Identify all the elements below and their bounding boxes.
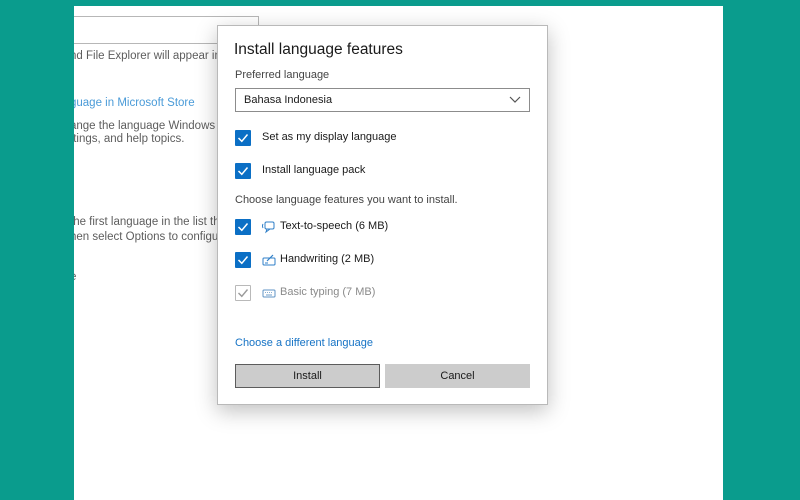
bg-text-line: nd File Explorer will appear in th [74,50,234,62]
handwriting-label: Handwriting (2 MB) [280,253,375,265]
checkmark-icon [237,167,249,176]
bg-text-line: hen select Options to configure [74,231,229,243]
chevron-down-icon [509,96,521,103]
install-button[interactable]: Install [235,364,380,388]
basic-typing-label: Basic typing (7 MB) [280,286,376,298]
language-pack-label: Install language pack [262,164,366,176]
bg-text-line: e [74,271,76,283]
display-language-label: Set as my display language [262,131,397,143]
text-to-speech-label: Text-to-speech (6 MB) [280,220,389,232]
dialog-title: Install language features [234,41,403,58]
cancel-button[interactable]: Cancel [385,364,530,388]
selected-language: Bahasa Indonesia [244,94,333,106]
install-language-features-dialog: Install language features Preferred lang… [217,25,548,405]
preferred-language-dropdown[interactable]: Bahasa Indonesia [235,88,530,112]
bg-text-line: ttings, and help topics. [74,133,185,145]
checkmark-icon [237,134,249,143]
speech-icon [262,221,275,234]
bg-text-line: ange the language Windows us [74,120,231,132]
bg-text-line: the first language in the list tha [74,216,226,228]
handwriting-icon [262,254,276,266]
text-to-speech-checkbox[interactable] [235,219,251,235]
checkmark-icon [238,289,249,298]
checkmark-icon [237,256,249,265]
bg-store-link[interactable]: guage in Microsoft Store [74,97,195,109]
handwriting-checkbox[interactable] [235,252,251,268]
display-language-checkbox[interactable] [235,130,251,146]
language-pack-checkbox[interactable] [235,163,251,179]
choose-different-language-link[interactable]: Choose a different language [235,337,373,349]
keyboard-icon [262,289,276,298]
preferred-language-label: Preferred language [235,69,330,81]
checkmark-icon [237,223,249,232]
basic-typing-checkbox [235,285,251,301]
features-heading: Choose language features you want to ins… [235,194,458,206]
